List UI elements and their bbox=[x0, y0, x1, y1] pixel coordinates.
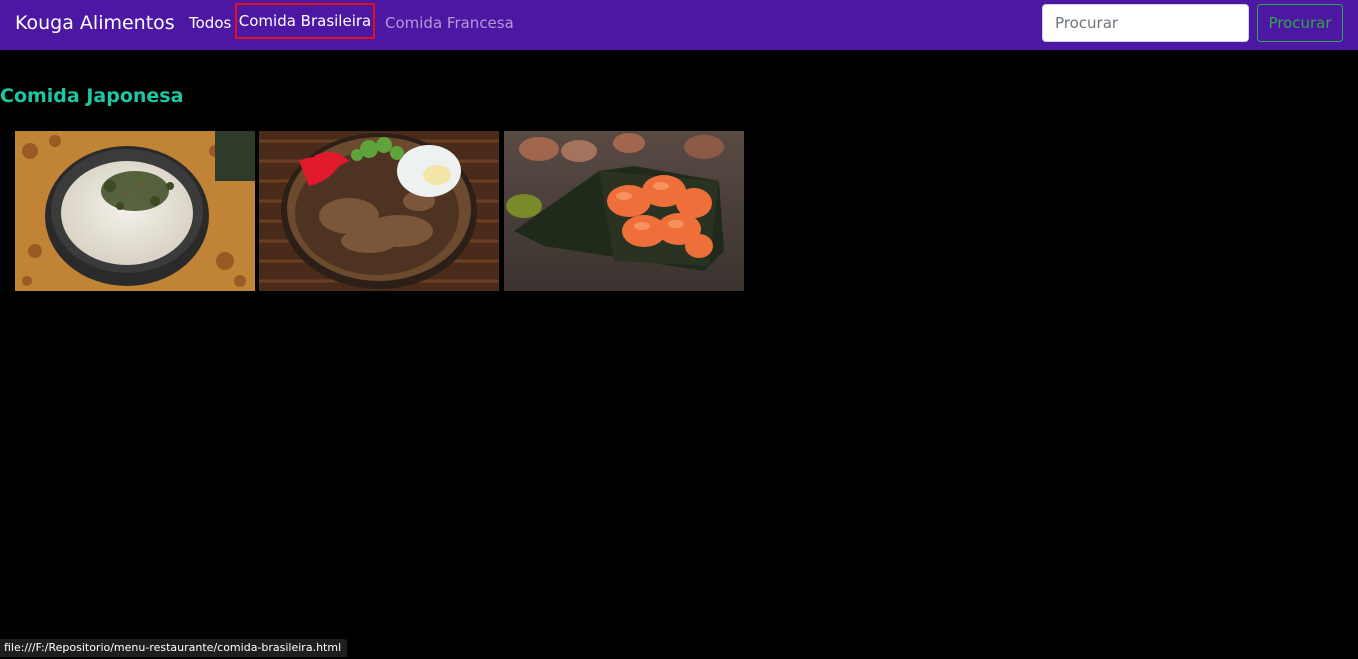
food-image-rice-bowl[interactable] bbox=[15, 131, 255, 291]
food-image-temaki[interactable] bbox=[504, 131, 744, 291]
search-input[interactable] bbox=[1042, 4, 1249, 42]
nav-link-comida-brasileira[interactable]: Comida Brasileira bbox=[235, 3, 375, 39]
top-navbar: Kouga Alimentos Todos Comida Brasileira … bbox=[0, 0, 1358, 50]
search-button[interactable]: Procurar bbox=[1257, 4, 1343, 42]
brand-logo-text[interactable]: Kouga Alimentos bbox=[15, 12, 175, 34]
browser-status-bar-url: file:///F:/Repositorio/menu-restaurante/… bbox=[0, 639, 348, 657]
section-title: Comida Japonesa bbox=[0, 85, 184, 107]
nav-link-comida-francesa[interactable]: Comida Francesa bbox=[385, 14, 514, 32]
nav-link-todos[interactable]: Todos bbox=[189, 14, 231, 32]
food-image-gyudon[interactable] bbox=[259, 131, 499, 291]
